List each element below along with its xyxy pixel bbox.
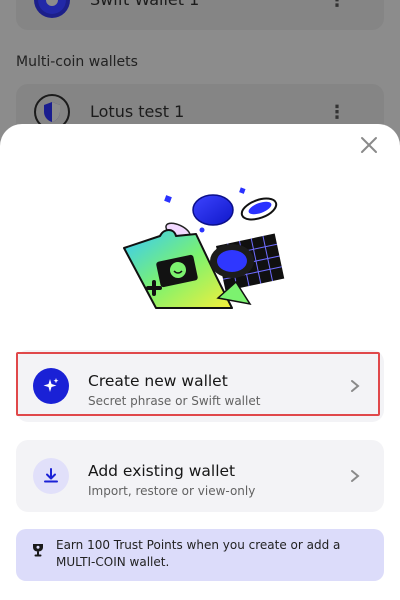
background-wallet-list: Swift Wallet 1 ⋮ Multi-coin wallets Lotu…: [0, 0, 400, 140]
option-subtitle: Secret phrase or Swift wallet: [88, 394, 261, 408]
wallet-name: Swift Wallet 1: [90, 0, 199, 9]
more-options-icon[interactable]: ⋮: [328, 0, 346, 10]
wallet-name: Lotus test 1: [90, 102, 185, 121]
trust-points-banner: Earn 100 Trust Points when you create or…: [16, 529, 384, 581]
close-icon[interactable]: [358, 134, 380, 156]
wallet-item-swift[interactable]: Swift Wallet 1 ⋮: [16, 0, 384, 30]
chevron-right-icon: [350, 468, 360, 482]
more-options-icon[interactable]: ⋮: [328, 104, 346, 122]
trophy-icon: [32, 542, 44, 557]
option-subtitle: Import, restore or view-only: [88, 484, 256, 498]
download-icon: [33, 458, 69, 494]
create-new-wallet-option[interactable]: Create new wallet Secret phrase or Swift…: [16, 350, 384, 422]
add-existing-wallet-option[interactable]: Add existing wallet Import, restore or v…: [16, 440, 384, 512]
chevron-right-icon: [350, 378, 360, 392]
sparkle-icon: [33, 368, 69, 404]
swift-wallet-badge-icon: [34, 0, 70, 18]
option-title: Add existing wallet: [88, 462, 236, 480]
option-title: Create new wallet: [88, 372, 228, 390]
add-wallet-sheet: Create new wallet Secret phrase or Swift…: [0, 124, 400, 600]
wallet-illustration-icon: [112, 176, 288, 310]
section-label: Multi-coin wallets: [16, 54, 138, 70]
promo-text: Earn 100 Trust Points when you create or…: [56, 538, 341, 569]
